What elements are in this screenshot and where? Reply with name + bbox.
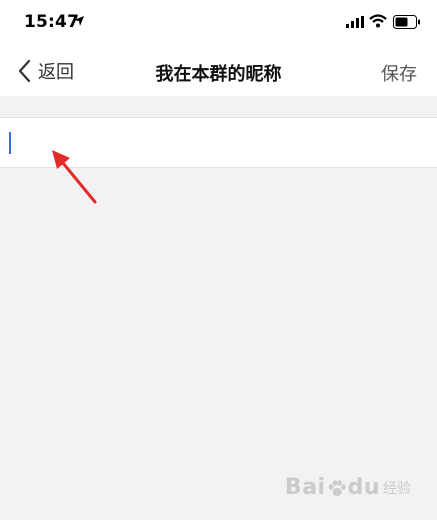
- red-arrow-annotation: [52, 150, 97, 204]
- signal-icon: [346, 16, 364, 28]
- status-bar: 15:47: [0, 0, 437, 46]
- wifi-icon: [369, 14, 387, 28]
- status-time: 15:47: [24, 12, 80, 32]
- battery-icon: [393, 15, 420, 29]
- page-title: 我在本群的昵称: [155, 64, 282, 85]
- watermark-text-du: du: [347, 475, 380, 500]
- baidu-jingyan-watermark: Bai du 经验: [285, 475, 411, 500]
- save-button[interactable]: 保存: [381, 60, 417, 86]
- watermark-text-jingyan: 经验: [383, 481, 411, 497]
- watermark-text-bai: Bai: [284, 475, 326, 500]
- paw-icon: [328, 480, 346, 496]
- location-arrow-icon: [74, 16, 84, 26]
- navigation-bar: 返回 我在本群的昵称 保存: [0, 46, 437, 96]
- text-caret: [9, 132, 11, 154]
